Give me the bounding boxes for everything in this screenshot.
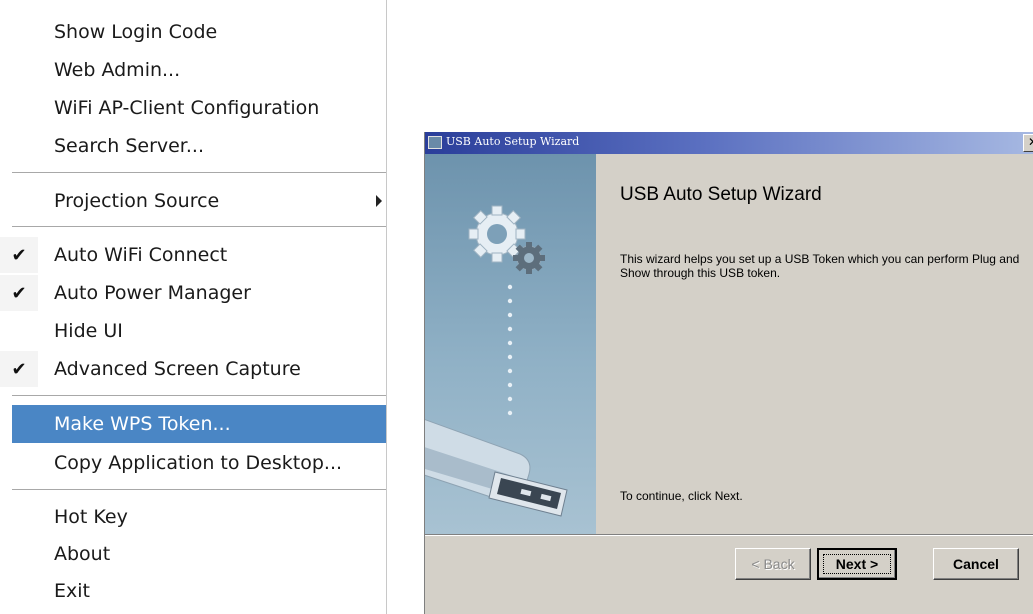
- gears-icon: [468, 205, 545, 274]
- context-menu: Show Login Code Web Admin... WiFi AP-Cli…: [0, 0, 387, 614]
- menu-item-about[interactable]: About: [12, 536, 386, 572]
- menu-item-label: Hot Key: [54, 506, 128, 528]
- focus-rectangle: [823, 554, 891, 574]
- menu-separator: [12, 395, 386, 396]
- menu-item-label: Show Login Code: [54, 21, 218, 43]
- menu-item-label: Auto Power Manager: [54, 282, 251, 304]
- dotted-trail: [507, 284, 513, 416]
- menu-item-label: Search Server...: [54, 135, 204, 157]
- menu-item-hot-key[interactable]: Hot Key: [12, 499, 386, 535]
- menu-item-copy-application-to-desktop[interactable]: Copy Application to Desktop...: [12, 445, 386, 481]
- usb-setup-wizard-window: USB Auto Setup Wizard ✕: [424, 132, 1033, 614]
- menu-item-projection-source[interactable]: Projection Source: [12, 183, 386, 219]
- menu-item-advanced-screen-capture[interactable]: ✔ Advanced Screen Capture: [0, 351, 386, 387]
- menu-item-label: Exit: [54, 580, 90, 602]
- wizard-content: USB Auto Setup Wizard This wizard helps …: [596, 154, 1033, 534]
- menu-separator: [12, 226, 386, 227]
- menu-separator: [12, 489, 386, 490]
- menu-item-label: Advanced Screen Capture: [54, 358, 301, 380]
- wizard-side-illustration: [425, 205, 568, 517]
- back-button[interactable]: < Back: [735, 548, 811, 580]
- submenu-arrow-icon: [376, 195, 382, 207]
- menu-item-label: WiFi AP-Client Configuration: [54, 97, 320, 119]
- menu-item-label: Projection Source: [54, 190, 220, 212]
- checkmark-icon: ✔: [0, 351, 38, 387]
- cancel-button[interactable]: Cancel: [933, 548, 1019, 580]
- window-titlebar[interactable]: USB Auto Setup Wizard ✕: [425, 132, 1033, 154]
- menu-item-exit[interactable]: Exit: [12, 573, 386, 609]
- menu-item-auto-wifi-connect[interactable]: ✔ Auto WiFi Connect: [0, 237, 386, 273]
- menu-item-search-server[interactable]: Search Server...: [12, 128, 386, 164]
- menu-item-label: Auto WiFi Connect: [54, 244, 228, 266]
- menu-item-web-admin[interactable]: Web Admin...: [12, 52, 386, 88]
- menu-item-hide-ui[interactable]: Hide UI: [12, 313, 386, 349]
- button-area-divider: [425, 534, 1033, 536]
- next-button[interactable]: Next >: [817, 548, 897, 580]
- menu-item-make-wps-token[interactable]: Make WPS Token...: [12, 405, 386, 443]
- wizard-heading: USB Auto Setup Wizard: [620, 184, 822, 205]
- checkmark-icon: ✔: [0, 237, 38, 273]
- menu-item-show-login-code[interactable]: Show Login Code: [12, 14, 386, 50]
- usb-drive-icon: [425, 419, 568, 517]
- window-title: USB Auto Setup Wizard: [446, 135, 580, 148]
- close-button[interactable]: ✕: [1023, 134, 1033, 152]
- menu-item-label: Copy Application to Desktop...: [54, 452, 343, 474]
- menu-item-label: About: [54, 543, 111, 565]
- menu-item-label: Web Admin...: [54, 59, 181, 81]
- menu-item-label: Hide UI: [54, 320, 123, 342]
- menu-item-wifi-ap-client-configuration[interactable]: WiFi AP-Client Configuration: [12, 90, 386, 126]
- wizard-side-panel: [425, 154, 596, 534]
- checkmark-icon: ✔: [0, 275, 38, 311]
- app-icon: [428, 136, 442, 149]
- menu-item-label: Make WPS Token...: [54, 413, 231, 435]
- menu-separator: [12, 172, 386, 173]
- menu-item-auto-power-manager[interactable]: ✔ Auto Power Manager: [0, 275, 386, 311]
- wizard-description: This wizard helps you set up a USB Token…: [620, 252, 1020, 280]
- wizard-footer-hint: To continue, click Next.: [620, 489, 743, 503]
